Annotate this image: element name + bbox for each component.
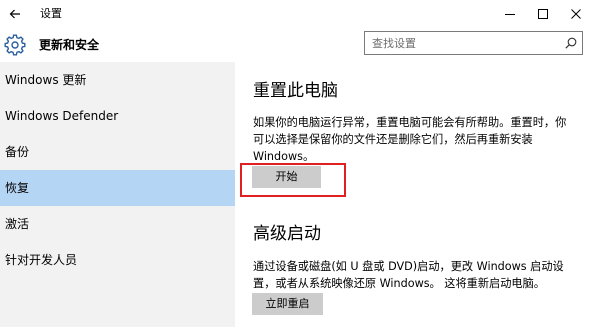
- minimize-button[interactable]: [495, 0, 525, 28]
- sidebar-item-label: 激活: [5, 217, 30, 231]
- search-input[interactable]: [365, 32, 562, 54]
- sidebar-item-windows-defender[interactable]: Windows Defender: [0, 98, 235, 134]
- gear-icon: [4, 34, 26, 56]
- advanced-startup-description-line: 通过设备或磁盘(如 U 盘或 DVD)启动，更改 Windows 启动设: [253, 260, 564, 273]
- reset-pc-title: 重置此电脑: [253, 81, 338, 101]
- page-title: 更新和安全: [39, 38, 100, 52]
- sidebar-item-label: Windows Defender: [5, 109, 119, 123]
- main-content: 重置此电脑 如果你的电脑运行异常，重置电脑可能会有所帮助。重置时，你 可以选择是…: [235, 62, 589, 327]
- reset-pc-description-line: 如果你的电脑运行异常，重置电脑可能会有所帮助。重置时，你: [253, 116, 567, 129]
- sidebar-item-label: 针对开发人员: [5, 253, 78, 267]
- back-arrow-icon: [9, 9, 20, 19]
- sidebar-item-backup[interactable]: 备份: [0, 134, 235, 170]
- get-started-button[interactable]: 开始: [252, 166, 321, 188]
- sidebar-item-activation[interactable]: 激活: [0, 206, 235, 242]
- sidebar: Windows 更新 Windows Defender 备份 恢复 激活 针对开…: [0, 62, 235, 327]
- sidebar-item-for-developers[interactable]: 针对开发人员: [0, 242, 235, 278]
- advanced-startup-description-line: 置，或者从系统映像还原 Windows。 这将重新启动电脑。: [253, 277, 545, 290]
- advanced-startup-title: 高级启动: [253, 224, 321, 244]
- close-icon: [571, 9, 581, 19]
- back-button[interactable]: [0, 0, 30, 28]
- sidebar-item-windows-update[interactable]: Windows 更新: [0, 62, 235, 98]
- search-icon[interactable]: [565, 37, 577, 49]
- sidebar-item-label: 恢复: [5, 181, 30, 195]
- maximize-icon: [538, 9, 548, 19]
- minimize-icon: [505, 14, 515, 15]
- reset-pc-description-line: 可以选择是保留你的文件还是删除它们，然后再重新安装: [253, 133, 533, 146]
- header: 更新和安全: [0, 28, 589, 62]
- close-button[interactable]: [561, 0, 589, 28]
- reset-pc-description-line: Windows。: [253, 150, 315, 163]
- settings-window: 设置 更新和安全 查找设置 Windows 更新 Windows Defende…: [0, 0, 589, 327]
- title-bar: 设置: [0, 0, 589, 28]
- sidebar-item-recovery[interactable]: 恢复: [0, 170, 235, 206]
- search-box[interactable]: [364, 31, 583, 55]
- sidebar-item-label: Windows 更新: [5, 73, 87, 87]
- window-title: 设置: [40, 7, 62, 20]
- sidebar-item-label: 备份: [5, 145, 30, 159]
- restart-now-button[interactable]: 立即重启: [252, 293, 323, 315]
- maximize-button[interactable]: [528, 0, 558, 28]
